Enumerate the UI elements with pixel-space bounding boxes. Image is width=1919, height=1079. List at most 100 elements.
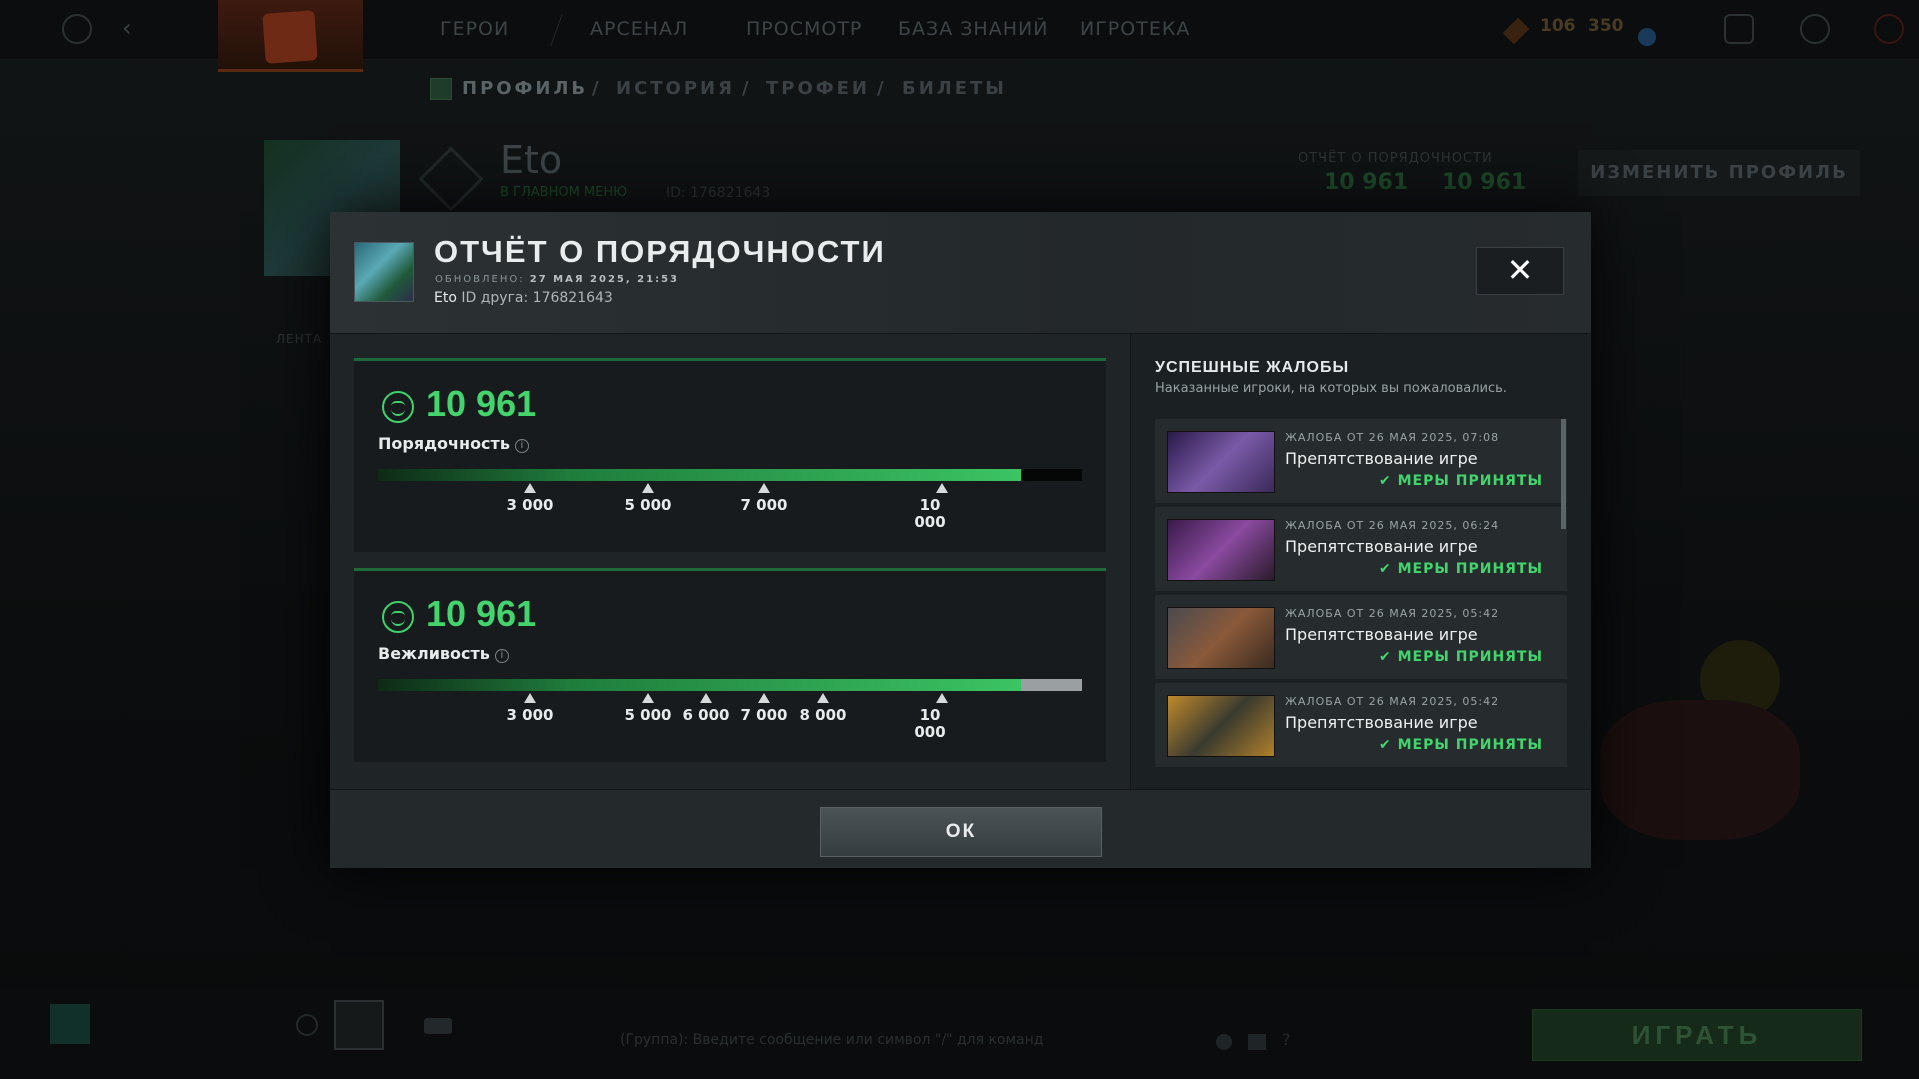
dialog-body: 10 961 Порядочность i 3 000 5 000 7 000 1… — [330, 334, 1591, 789]
behavior-progress-fill — [378, 469, 1021, 481]
subnav-tickets[interactable]: БИЛЕТЫ — [902, 78, 1007, 99]
nav-heroes[interactable]: ГЕРОИ — [440, 18, 509, 40]
party-icon[interactable] — [424, 1018, 452, 1034]
communication-progress-fill — [378, 679, 1021, 691]
report-item[interactable]: ЖАЛОБА ОТ 26 МАЯ 2025, 07:08 Препятствов… — [1155, 419, 1567, 503]
communication-label-text: Вежливость — [378, 644, 490, 663]
chat-input-hint[interactable]: (Группа): Введите сообщение или символ "… — [620, 1032, 1043, 1048]
player-avatar — [354, 242, 414, 302]
tick-label: 3 000 — [506, 496, 554, 514]
profile-id: ID: 176821643 — [666, 185, 771, 201]
hero-portrait — [1167, 607, 1275, 669]
party-member-avatar[interactable] — [50, 1004, 90, 1044]
report-status-text: МЕРЫ ПРИНЯТЫ — [1397, 737, 1543, 753]
dota-logo-icon[interactable] — [218, 0, 363, 72]
tick-marker — [758, 693, 770, 703]
smile-icon — [382, 601, 414, 633]
check-icon: ✔ — [1379, 561, 1398, 577]
settings-gear-icon[interactable] — [62, 14, 92, 44]
communication-score-value: 10 961 — [426, 593, 537, 634]
tick-label: 6 000 — [682, 706, 730, 724]
info-icon[interactable]: i — [514, 439, 529, 453]
tick-marker — [700, 693, 712, 703]
tick-label: 10 000 — [914, 706, 946, 741]
tick-marker — [936, 693, 948, 703]
report-reason: Препятствование игре — [1285, 625, 1478, 644]
report-item[interactable]: ЖАЛОБА ОТ 26 МАЯ 2025, 05:42 Препятствов… — [1155, 683, 1567, 767]
communication-progress-bar — [378, 679, 1082, 691]
tick-label: 7 000 — [740, 496, 788, 514]
behavior-progress-bar — [378, 469, 1082, 481]
power-icon[interactable] — [1874, 14, 1904, 44]
back-arrow-icon[interactable]: ‹ — [122, 14, 132, 42]
tick-label: 5 000 — [624, 706, 672, 724]
updated-line: ОБНОВЛЕНО: 27 МАЯ 2025, 21:53 — [435, 274, 679, 285]
conduct-summary-label: ОТЧЁТ О ПОРЯДОЧНОСТИ — [1298, 151, 1493, 166]
nav-arcade[interactable]: ИГРОТЕКА — [1080, 18, 1190, 40]
tick-marker — [524, 693, 536, 703]
behavior-score-card: 10 961 Порядочность i 3 000 5 000 7 000 1… — [354, 358, 1106, 552]
nav-watch[interactable]: ПРОСМОТР — [746, 18, 862, 40]
dialog-title: ОТЧЁТ О ПОРЯДОЧНОСТИ — [434, 234, 886, 269]
shield-icon[interactable] — [1724, 14, 1754, 44]
close-button[interactable]: ✕ — [1476, 247, 1564, 295]
report-date: ЖАЛОБА ОТ 26 МАЯ 2025, 06:24 — [1285, 519, 1500, 532]
reports-subtitle: Наказанные игроки, на которых вы пожалов… — [1155, 381, 1507, 396]
play-button[interactable]: ИГРАТЬ — [1532, 1009, 1862, 1061]
updated-value: 27 МАЯ 2025, 21:53 — [529, 274, 679, 285]
subnav-trophies[interactable]: ТРОФЕИ — [766, 78, 870, 99]
player-name: Eto — [434, 290, 457, 306]
report-date: ЖАЛОБА ОТ 26 МАЯ 2025, 05:42 — [1285, 607, 1500, 620]
tick-label: 8 000 — [799, 706, 847, 724]
notification-badge-icon[interactable] — [1638, 28, 1656, 46]
help-icon[interactable]: ? — [1282, 1030, 1291, 1049]
tick-marker — [936, 483, 948, 493]
battle-pass-icon[interactable] — [334, 1000, 384, 1050]
tick-marker — [758, 483, 770, 493]
refresh-icon[interactable] — [296, 1014, 318, 1036]
behavior-label-text: Порядочность — [378, 434, 510, 453]
report-status-text: МЕРЫ ПРИНЯТЫ — [1397, 473, 1543, 489]
check-icon: ✔ — [1379, 649, 1398, 665]
report-item[interactable]: ЖАЛОБА ОТ 26 МАЯ 2025, 06:24 Препятствов… — [1155, 507, 1567, 591]
nav-arsenal[interactable]: АРСЕНАЛ — [590, 18, 688, 40]
tick-marker — [817, 693, 829, 703]
check-icon: ✔ — [1379, 473, 1398, 489]
ok-button[interactable]: ОК — [820, 807, 1102, 857]
info-icon[interactable]: i — [494, 649, 509, 663]
conduct-summary-score-b: 10 961 — [1442, 170, 1527, 195]
hero-portrait — [1167, 431, 1275, 493]
dialog-footer: ОК — [330, 789, 1591, 868]
nav-knowledge-base[interactable]: БАЗА ЗНАНИЙ — [898, 18, 1048, 40]
reports-column: УСПЕШНЫЕ ЖАЛОБЫ Наказанные игроки, на ко… — [1130, 334, 1591, 789]
subnav-separator: / — [742, 78, 752, 99]
subnav-separator: / — [592, 78, 602, 99]
report-status-text: МЕРЫ ПРИНЯТЫ — [1397, 649, 1543, 665]
smile-icon — [382, 391, 414, 423]
conduct-report-dialog: ОТЧЁТ О ПОРЯДОЧНОСТИ ОБНОВЛЕНО: 27 МАЯ 2… — [330, 212, 1591, 868]
chat-options-icon[interactable] — [1248, 1034, 1266, 1050]
reports-scrollbar[interactable] — [1561, 419, 1566, 529]
profile-tab-icon — [430, 78, 452, 100]
tick-marker — [524, 483, 536, 493]
conduct-summary-score-a: 10 961 — [1324, 170, 1409, 195]
report-status: ✔ МЕРЫ ПРИНЯТЫ — [1379, 473, 1543, 489]
subnav-separator: / — [877, 78, 887, 99]
shards-icon — [1502, 17, 1530, 45]
edit-profile-button[interactable]: ИЗМЕНИТЬ ПРОФИЛЬ — [1578, 150, 1860, 196]
friend-id: ID друга: 176821643 — [461, 290, 613, 306]
subnav-profile[interactable]: ПРОФИЛЬ — [462, 78, 588, 99]
tick-label: 3 000 — [506, 706, 554, 724]
top-navigation-bar: ‹ ГЕРОИ АРСЕНАЛ ПРОСМОТР БАЗА ЗНАНИЙ ИГР… — [0, 0, 1919, 72]
subnav-history[interactable]: ИСТОРИЯ — [616, 78, 735, 99]
report-reason: Препятствование игре — [1285, 713, 1478, 732]
report-item[interactable]: ЖАЛОБА ОТ 26 МАЯ 2025, 05:42 Препятствов… — [1155, 595, 1567, 679]
communication-score-label: Вежливость i — [378, 644, 509, 663]
plus-hex-icon[interactable] — [1800, 14, 1830, 44]
score-column: 10 961 Порядочность i 3 000 5 000 7 000 1… — [354, 358, 1106, 768]
currency-a: 106 — [1540, 16, 1576, 36]
tick-label: 5 000 — [624, 496, 672, 514]
behavior-score-label: Порядочность i — [378, 434, 529, 453]
emoji-icon[interactable] — [1216, 1034, 1232, 1050]
check-icon: ✔ — [1379, 737, 1398, 753]
